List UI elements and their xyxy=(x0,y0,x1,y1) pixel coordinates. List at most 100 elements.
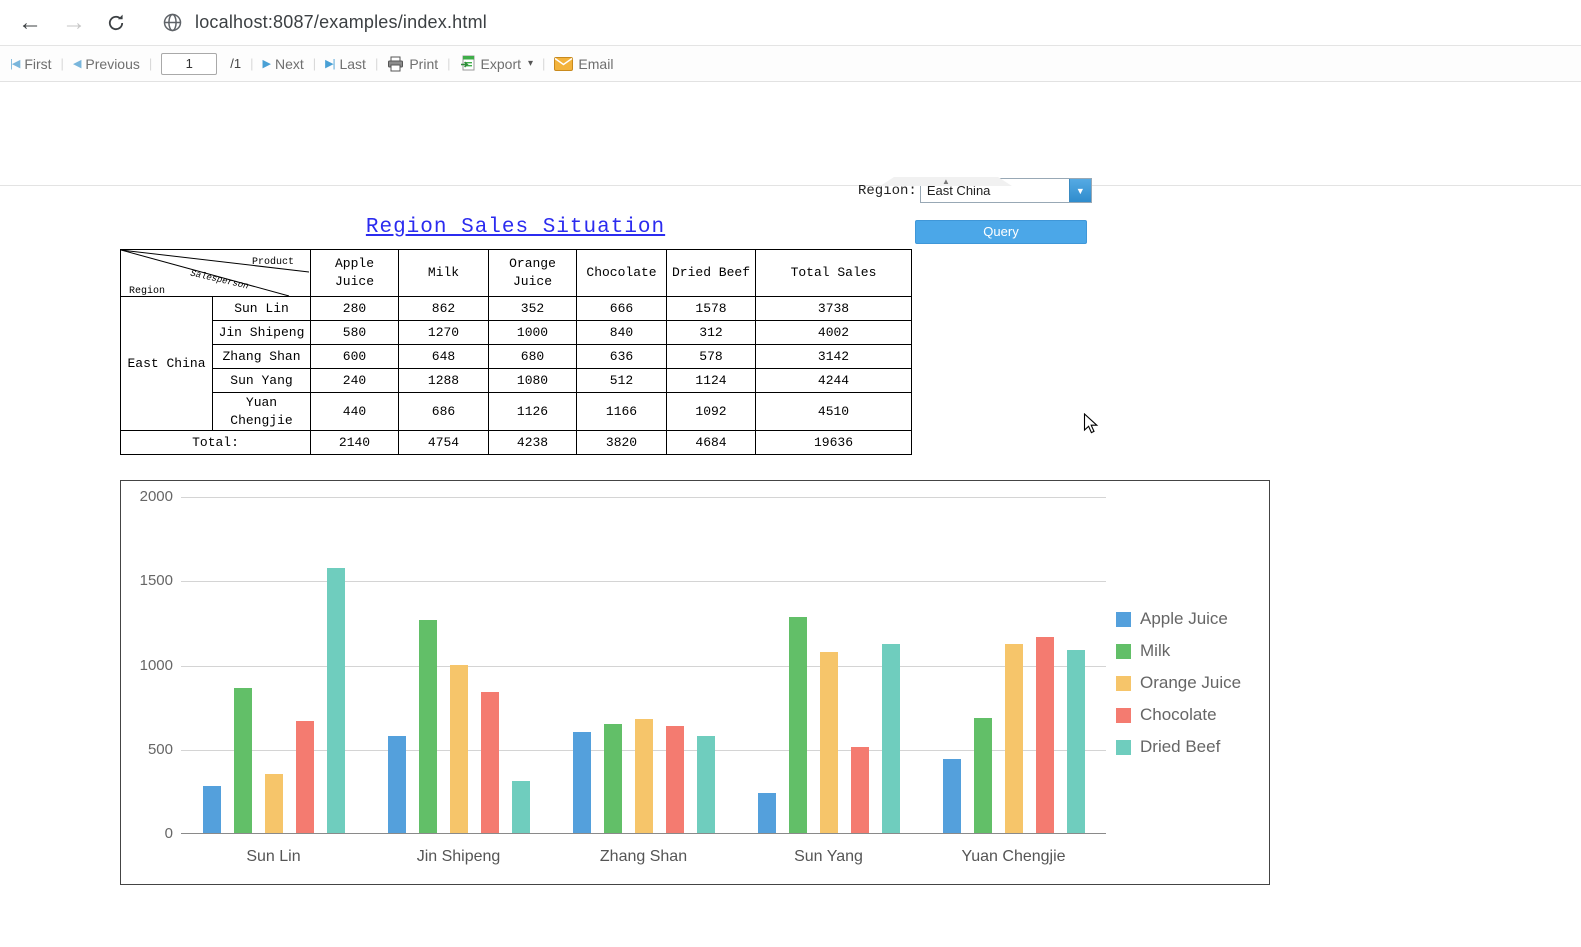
report-body: Region Sales Situation Product Salespers… xyxy=(0,216,1581,886)
table-row: Yuan Chengjie 440 686 1126 1166 1092 4510 xyxy=(121,391,912,432)
value-cell: 312 xyxy=(666,320,756,345)
y-axis-tick-label: 0 xyxy=(164,825,173,843)
legend-swatch xyxy=(1116,707,1131,723)
column-header: Dried Beef xyxy=(666,249,756,297)
table-row: Sun Yang 240 1288 1080 512 1124 4244 xyxy=(121,368,912,393)
value-cell: 240 xyxy=(310,368,399,393)
chart-plot-area xyxy=(181,497,1106,835)
last-page-icon: ▶| xyxy=(325,58,335,70)
bar-group xyxy=(736,497,921,834)
last-page-button[interactable]: ▶| Last xyxy=(325,56,366,72)
diagonal-corner-cell: Product Salesperson Region xyxy=(120,249,311,297)
legend-label: Milk xyxy=(1140,641,1171,661)
y-axis-tick-label: 500 xyxy=(147,740,173,758)
first-page-icon: |◀ xyxy=(10,58,20,70)
bar-groups xyxy=(181,497,1106,834)
region-dropdown-button[interactable]: ▼ xyxy=(1068,179,1091,202)
corner-label-product: Product xyxy=(252,256,294,268)
value-cell: 3738 xyxy=(755,296,912,321)
next-page-button[interactable]: ▶ Next xyxy=(263,56,304,72)
printer-icon xyxy=(387,56,404,72)
chevron-up-icon: ▲ xyxy=(942,177,950,186)
value-cell: 1578 xyxy=(666,296,756,321)
chart-legend: Apple Juice Milk Orange Juice Chocolate Drie… xyxy=(1116,609,1241,757)
value-cell: 648 xyxy=(398,344,489,369)
email-button[interactable]: Email xyxy=(554,56,613,72)
bar-dried-beef xyxy=(1066,649,1085,834)
print-button[interactable]: Print xyxy=(387,56,438,72)
bar-milk xyxy=(973,717,992,834)
toolbar-separator: | xyxy=(60,56,64,71)
value-cell: 512 xyxy=(576,368,667,393)
bar-dried-beef xyxy=(511,780,530,834)
region-cell: East China xyxy=(120,295,213,432)
value-cell: 1270 xyxy=(398,320,489,345)
value-cell: 4002 xyxy=(755,320,912,345)
previous-page-icon: ◀ xyxy=(72,58,82,70)
bar-apple-juice xyxy=(942,759,961,834)
value-cell: 1092 xyxy=(666,391,756,432)
bar-milk xyxy=(603,724,622,834)
legend-item[interactable]: Orange Juice xyxy=(1116,673,1241,693)
first-page-button[interactable]: |◀ First xyxy=(10,56,52,72)
table-body: East China Sun Lin 280 862 352 666 1578 3738 Jin… xyxy=(120,295,912,456)
collapse-parameter-pane-tab[interactable]: ▲ xyxy=(880,177,1012,186)
legend-item[interactable]: Milk xyxy=(1116,641,1241,661)
value-cell: 840 xyxy=(576,320,667,345)
browser-refresh-icon[interactable] xyxy=(106,13,126,33)
browser-back-icon[interactable]: ← xyxy=(18,10,42,35)
value-cell: 3142 xyxy=(755,344,912,369)
bar-dried-beef xyxy=(881,644,900,834)
toolbar-separator: | xyxy=(542,56,546,71)
page-number-input[interactable] xyxy=(161,52,218,75)
total-value-cell: 4238 xyxy=(488,430,577,456)
bar-orange-juice xyxy=(819,651,838,834)
bar-orange-juice xyxy=(1004,643,1023,834)
column-header: Apple Juice xyxy=(310,249,399,297)
export-button[interactable]: Export ▾ xyxy=(460,55,533,72)
bar-milk xyxy=(788,616,807,834)
salesperson-cell: Jin Shipeng xyxy=(212,320,311,345)
legend-item[interactable]: Apple Juice xyxy=(1116,609,1241,629)
salesperson-cell: Yuan Chengjie xyxy=(212,391,311,432)
value-cell: 440 xyxy=(310,391,399,432)
report-title-link[interactable]: Region Sales Situation xyxy=(120,216,911,239)
value-cell: 1166 xyxy=(576,391,667,432)
browser-forward-icon[interactable]: → xyxy=(62,10,86,35)
value-cell: 1288 xyxy=(398,368,489,393)
value-cell: 600 xyxy=(310,344,399,369)
bar-orange-juice xyxy=(264,773,283,834)
category-label: Jin Shipeng xyxy=(416,848,501,866)
chevron-down-icon: ▼ xyxy=(1075,185,1085,196)
next-page-label: Next xyxy=(274,55,304,72)
legend-label: Chocolate xyxy=(1140,705,1217,725)
table-row: Jin Shipeng 580 1270 1000 840 312 4002 xyxy=(121,320,912,345)
report-toolbar: |◀ First | ◀ Previous | /1 | ▶ Next | ▶|… xyxy=(0,46,1581,82)
bar-group xyxy=(181,497,366,834)
bar-orange-juice xyxy=(634,718,653,834)
legend-item[interactable]: Dried Beef xyxy=(1116,737,1241,757)
email-label: Email xyxy=(578,55,614,72)
value-cell: 280 xyxy=(310,296,399,321)
previous-page-button[interactable]: ◀ Previous xyxy=(73,56,140,72)
bar-chocolate xyxy=(1035,637,1054,834)
table-total-row: Total: 2140 4754 4238 3820 4684 19636 xyxy=(120,430,912,456)
last-page-label: Last xyxy=(339,55,366,72)
browser-bar: ← → localhost:8087/examples/index.html xyxy=(0,0,1581,46)
value-cell: 862 xyxy=(398,296,489,321)
first-page-label: First xyxy=(24,55,52,72)
bar-chocolate xyxy=(665,726,684,834)
value-cell: 680 xyxy=(488,344,577,369)
url-text[interactable]: localhost:8087/examples/index.html xyxy=(195,12,487,33)
bar-apple-juice xyxy=(572,732,591,834)
address-bar[interactable]: localhost:8087/examples/index.html xyxy=(162,12,487,33)
export-icon xyxy=(460,55,476,72)
value-cell: 686 xyxy=(398,391,489,432)
bar-milk xyxy=(418,619,437,834)
legend-label: Apple Juice xyxy=(1140,609,1228,629)
legend-item[interactable]: Chocolate xyxy=(1116,705,1241,725)
bar-dried-beef xyxy=(326,568,345,834)
category-label: Sun Yang xyxy=(794,848,863,866)
category-label: Sun Lin xyxy=(246,848,301,866)
value-cell: 580 xyxy=(310,320,399,345)
